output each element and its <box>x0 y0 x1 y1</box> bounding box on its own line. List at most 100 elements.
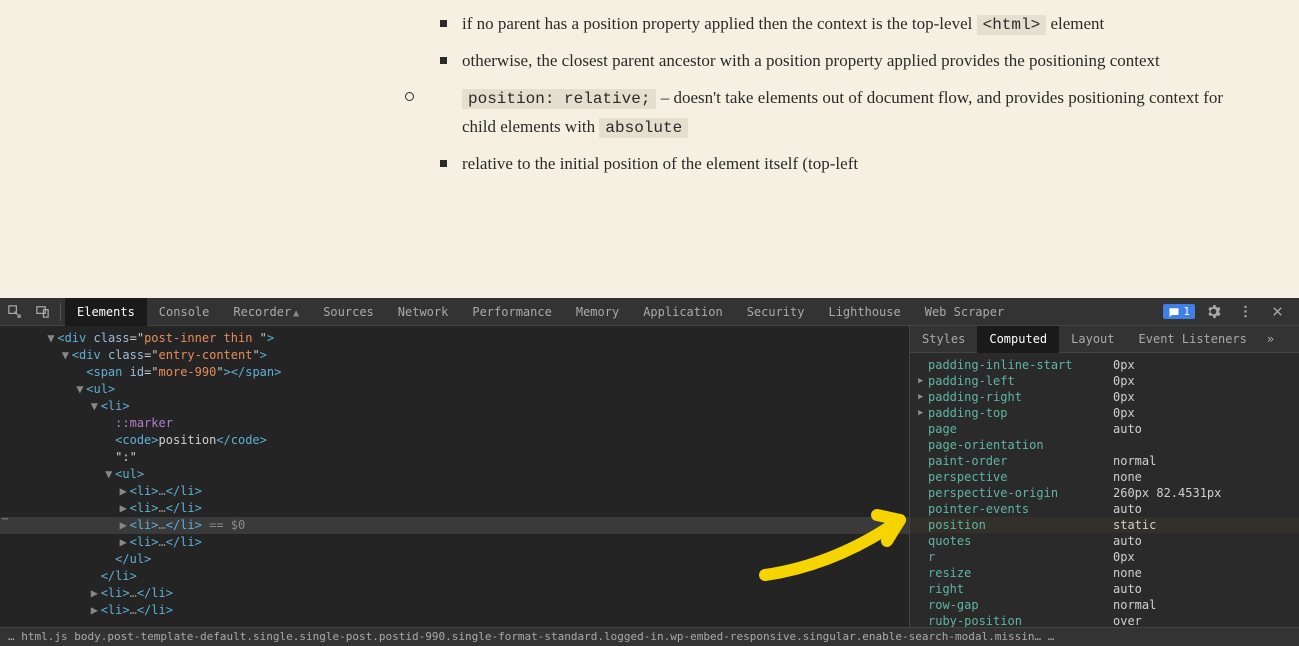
dom-node[interactable]: ::marker <box>0 415 909 432</box>
property-name: padding-inline-start <box>928 357 1113 373</box>
devtools-tab-sources[interactable]: Sources <box>311 298 386 326</box>
sidebar-tab-layout[interactable]: Layout <box>1059 326 1126 353</box>
property-value: auto <box>1113 581 1142 597</box>
kebab-menu-icon[interactable] <box>1231 298 1259 326</box>
property-name: page-orientation <box>928 437 1113 453</box>
more-tabs-icon[interactable]: » <box>1259 332 1282 346</box>
computed-property[interactable]: paint-ordernormal <box>910 453 1299 469</box>
property-name: padding-right <box>928 389 1113 405</box>
devtools-tab-security[interactable]: Security <box>735 298 817 326</box>
expand-arrow-icon <box>918 501 928 517</box>
expand-arrow-icon[interactable]: ▶ <box>918 405 928 421</box>
sidebar-tab-styles[interactable]: Styles <box>910 326 977 353</box>
computed-property[interactable]: ruby-positionover <box>910 613 1299 627</box>
devtools-tab-console[interactable]: Console <box>147 298 222 326</box>
dom-node[interactable]: ▼<li> <box>0 398 909 415</box>
computed-property[interactable]: quotesauto <box>910 533 1299 549</box>
computed-property[interactable]: perspectivenone <box>910 469 1299 485</box>
property-value: 0px <box>1113 389 1135 405</box>
device-toggle-icon[interactable] <box>28 298 56 326</box>
dom-node[interactable]: ▶<li>…</li> <box>0 602 909 619</box>
devtools-tab-application[interactable]: Application <box>631 298 734 326</box>
computed-property[interactable]: r0px <box>910 549 1299 565</box>
dom-node[interactable]: <span id="more-990"></span> <box>0 364 909 381</box>
computed-property[interactable]: ▶padding-top0px <box>910 405 1299 421</box>
property-name: perspective <box>928 469 1113 485</box>
computed-property[interactable]: pointer-eventsauto <box>910 501 1299 517</box>
property-value: auto <box>1113 501 1142 517</box>
computed-property[interactable]: padding-inline-start0px <box>910 357 1299 373</box>
dom-node[interactable]: ▶<li>…</li> <box>0 483 909 500</box>
sidebar-tab-event-listeners[interactable]: Event Listeners <box>1127 326 1259 353</box>
computed-property[interactable]: ▶padding-right0px <box>910 389 1299 405</box>
property-name: ruby-position <box>928 613 1113 627</box>
computed-property[interactable]: perspective-origin260px 82.4531px <box>910 485 1299 501</box>
divider <box>60 303 61 321</box>
devtools-tab-performance[interactable]: Performance <box>460 298 563 326</box>
computed-property[interactable]: ▶padding-left0px <box>910 373 1299 389</box>
inspect-element-icon[interactable] <box>0 298 28 326</box>
dom-node[interactable]: </ul> <box>0 551 909 568</box>
computed-property[interactable]: row-gapnormal <box>910 597 1299 613</box>
breadcrumb[interactable]: … html.js body.post-template-default.sin… <box>0 627 1299 646</box>
gear-icon[interactable] <box>1199 298 1227 326</box>
dom-tree[interactable]: ⋯ ▼<div class="post-inner thin "> ▼<div … <box>0 326 909 627</box>
content-bullet: position: relative; – doesn't take eleme… <box>440 84 1239 142</box>
devtools-tab-lighthouse[interactable]: Lighthouse <box>816 298 912 326</box>
content-bullet: otherwise, the closest parent ancestor w… <box>440 47 1239 76</box>
dom-node[interactable]: ▼<div class="entry-content"> <box>0 347 909 364</box>
property-name: perspective-origin <box>928 485 1113 501</box>
dom-node[interactable]: ▶<li>…</li> <box>0 500 909 517</box>
property-name: page <box>928 421 1113 437</box>
computed-property[interactable]: page-orientation <box>910 437 1299 453</box>
devtools-tabbar: ElementsConsoleRecorder▲SourcesNetworkPe… <box>0 298 1299 326</box>
dom-node[interactable]: ▶<li>…</li> == $0 <box>0 517 909 534</box>
property-name: r <box>928 549 1113 565</box>
dom-node[interactable]: ▶<li>…</li> <box>0 534 909 551</box>
dom-node[interactable]: </li> <box>0 568 909 585</box>
property-name: paint-order <box>928 453 1113 469</box>
dom-node[interactable]: ▼<div class="post-inner thin "> <box>0 330 909 347</box>
close-icon[interactable] <box>1263 298 1291 326</box>
inline-code: position: relative; <box>462 89 656 109</box>
computed-property[interactable]: pageauto <box>910 421 1299 437</box>
expand-arrow-icon <box>918 469 928 485</box>
content-bullet: relative to the initial position of the … <box>440 150 1239 179</box>
property-value: none <box>1113 565 1142 581</box>
expand-arrow-icon <box>918 453 928 469</box>
expand-arrow-icon <box>918 421 928 437</box>
property-name: position <box>928 517 1113 533</box>
expand-arrow-icon <box>918 485 928 501</box>
content-list: if no parent has a position property app… <box>440 10 1239 179</box>
gutter-ellipsis: ⋯ <box>2 514 8 525</box>
issues-count: 1 <box>1183 305 1190 318</box>
sidebar-tab-computed[interactable]: Computed <box>977 326 1059 353</box>
devtools-panel: ElementsConsoleRecorder▲SourcesNetworkPe… <box>0 298 1299 646</box>
computed-property[interactable]: resizenone <box>910 565 1299 581</box>
property-name: pointer-events <box>928 501 1113 517</box>
devtools-tab-network[interactable]: Network <box>386 298 461 326</box>
property-value: normal <box>1113 453 1156 469</box>
expand-arrow-icon <box>918 565 928 581</box>
dom-node[interactable]: ":" <box>0 449 909 466</box>
devtools-tab-web-scraper[interactable]: Web Scraper <box>913 298 1016 326</box>
expand-arrow-icon <box>918 437 928 453</box>
property-value: none <box>1113 469 1142 485</box>
dom-node[interactable]: ▶<li>…</li> <box>0 585 909 602</box>
computed-properties[interactable]: padding-inline-start0px▶padding-left0px▶… <box>910 353 1299 627</box>
expand-arrow-icon <box>918 613 928 627</box>
expand-arrow-icon <box>918 533 928 549</box>
dom-node[interactable]: ▼<ul> <box>0 381 909 398</box>
devtools-tab-elements[interactable]: Elements <box>65 298 147 326</box>
expand-arrow-icon[interactable]: ▶ <box>918 389 928 405</box>
devtools-tab-memory[interactable]: Memory <box>564 298 631 326</box>
dom-node[interactable]: <code>position</code> <box>0 432 909 449</box>
computed-property[interactable]: positionstatic <box>910 517 1299 533</box>
issues-badge[interactable]: 1 <box>1163 304 1195 319</box>
expand-arrow-icon[interactable]: ▶ <box>918 373 928 389</box>
devtools-tab-recorder[interactable]: Recorder▲ <box>221 298 311 326</box>
expand-arrow-icon <box>918 549 928 565</box>
inline-code: absolute <box>599 118 688 138</box>
dom-node[interactable]: ▼<ul> <box>0 466 909 483</box>
computed-property[interactable]: rightauto <box>910 581 1299 597</box>
